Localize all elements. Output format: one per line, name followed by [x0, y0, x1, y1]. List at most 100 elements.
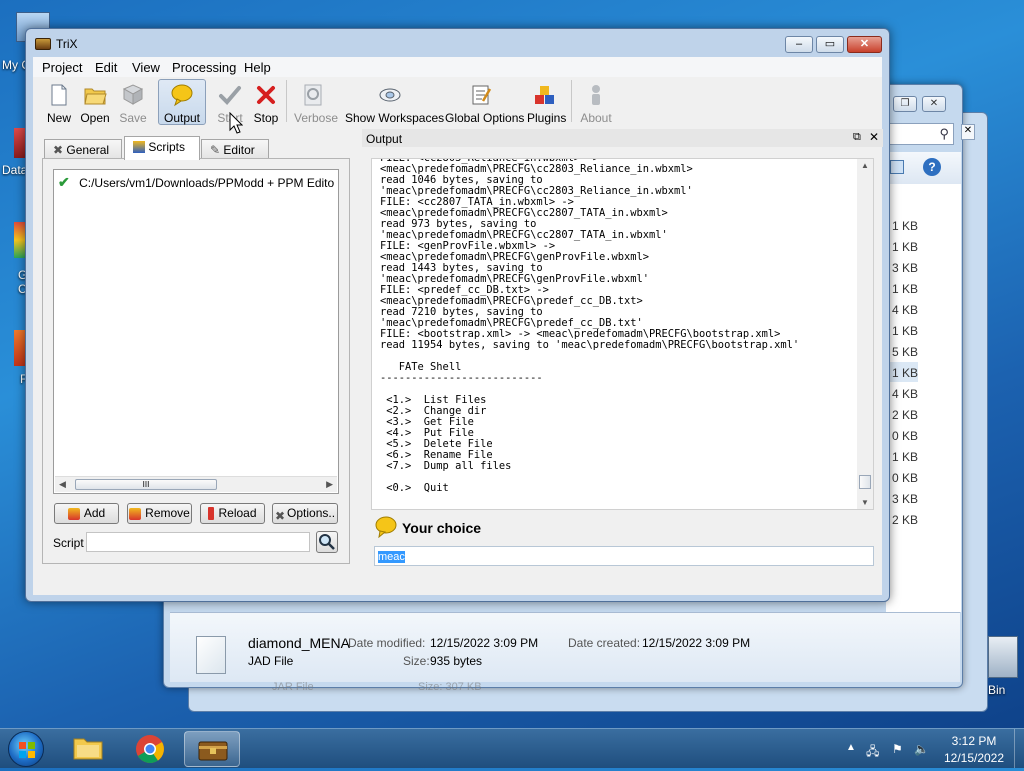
network-icon[interactable]: 🖧 — [866, 742, 879, 763]
help-icon[interactable]: ? — [923, 158, 941, 176]
about-button[interactable]: About — [579, 83, 613, 125]
output-console[interactable]: FILE: <cc2803_Reliance_in.wbxml> -> <mea… — [371, 158, 874, 510]
show-workspaces-button[interactable]: Show Workspaces — [345, 83, 444, 125]
save-button[interactable]: Save — [119, 83, 147, 125]
speech-bubble-icon — [171, 84, 193, 107]
menu-bar: Project Edit View Processing Help — [33, 57, 882, 77]
open-folder-icon — [84, 88, 107, 105]
plugins-icon — [535, 86, 554, 104]
maximize-button[interactable]: ▭ — [816, 36, 844, 53]
file-type-icon — [196, 636, 226, 674]
open-button[interactable]: Open — [80, 83, 110, 125]
menu-processing[interactable]: Processing — [170, 59, 238, 76]
bg-search-box[interactable]: ⚲ — [886, 123, 954, 145]
start-button[interactable] — [8, 731, 44, 767]
bg-close-small-button[interactable]: ✕ — [961, 124, 975, 140]
bg-file-size-cell: 4 KB — [892, 303, 919, 317]
stop-button[interactable]: Stop — [252, 83, 280, 125]
global-options-button[interactable]: Global Options — [445, 83, 524, 125]
float-panel-icon[interactable]: ⧉ — [853, 131, 861, 144]
bg-maximize-button[interactable]: ❐ — [893, 96, 917, 112]
options-label: Options.. — [287, 506, 336, 520]
desktop-label-bin: Bin — [988, 683, 1006, 697]
scroll-down-icon[interactable]: ▼ — [861, 498, 869, 507]
tools-icon: ✖ — [53, 143, 64, 157]
scroll-thumb[interactable]: III — [75, 479, 217, 490]
horizontal-scrollbar[interactable]: ◀ III ▶ — [55, 476, 337, 492]
window-title: TriX — [56, 37, 78, 51]
script-label: Script — [53, 536, 84, 550]
windows-logo-icon — [19, 742, 35, 758]
taskbar-trix[interactable] — [184, 731, 240, 767]
action-center-icon[interactable]: ⚑ — [892, 742, 903, 756]
output-label: Output — [163, 111, 201, 125]
new-button[interactable]: New — [46, 83, 72, 125]
minimize-button[interactable]: – — [785, 36, 813, 53]
volume-icon[interactable]: 🔈 — [914, 742, 929, 756]
choice-input[interactable]: meac — [374, 546, 874, 566]
save-icon — [122, 84, 144, 105]
magnifier-doc-icon — [304, 84, 322, 106]
options-button[interactable]: ✖ Options.. — [272, 503, 338, 524]
title-bar[interactable]: TriX – ▭ ✕ — [26, 29, 889, 57]
vertical-scroll-thumb[interactable] — [859, 475, 871, 489]
verbose-button[interactable]: Verbose — [294, 83, 338, 125]
search-icon — [319, 534, 335, 550]
toolbar-separator — [286, 80, 287, 122]
bg-file-size-cell: 1 KB — [892, 450, 919, 464]
details-created-label: Date created: — [568, 636, 641, 650]
trix-chest-icon — [198, 741, 228, 761]
options-tools-icon: ✖ — [274, 509, 286, 523]
vertical-scrollbar[interactable]: ▲ ▼ — [857, 159, 873, 509]
taskbar-chrome[interactable] — [122, 731, 178, 767]
add-button[interactable]: Add — [54, 503, 119, 524]
details-file-type: JAD File — [248, 654, 294, 668]
menu-help[interactable]: Help — [242, 59, 273, 76]
bg-file-size-cell: 1 KB — [892, 366, 919, 380]
bg-file-size-cell: 2 KB — [892, 408, 919, 422]
menu-project[interactable]: Project — [40, 59, 84, 76]
next-file-size: Size: 307 KB — [418, 681, 482, 693]
bg-close-button[interactable]: ✕ — [922, 96, 946, 112]
close-button[interactable]: ✕ — [847, 36, 882, 53]
script-search-button[interactable] — [316, 531, 338, 553]
reload-button[interactable]: Reload — [200, 503, 265, 524]
scroll-right-icon[interactable]: ▶ — [326, 479, 333, 490]
tab-general[interactable]: ✖ General — [44, 139, 122, 160]
output-title: Output — [366, 132, 403, 146]
tab-scripts[interactable]: Scripts — [124, 136, 200, 160]
script-input[interactable] — [86, 532, 310, 552]
workspaces-icon — [379, 88, 401, 102]
bg-file-size-cell: 3 KB — [892, 492, 919, 506]
red-x-icon — [257, 86, 275, 104]
list-item[interactable]: ✔ C:/Users/vm1/Downloads/PPModd + PPM Ed… — [58, 174, 336, 191]
output-button[interactable]: Output — [162, 83, 202, 125]
remove-icon — [129, 508, 142, 520]
output-panel-header[interactable] — [362, 129, 883, 147]
show-desktop-button[interactable] — [1014, 729, 1024, 768]
options-icon — [472, 85, 492, 105]
scripts-icon — [133, 141, 145, 153]
stop-label: Stop — [253, 111, 279, 125]
scroll-left-icon[interactable]: ◀ — [59, 479, 66, 490]
new-document-icon — [51, 84, 67, 106]
check-icon: ✔ — [58, 174, 70, 190]
tab-editor-label: Editor — [223, 143, 255, 157]
menu-view[interactable]: View — [130, 59, 162, 76]
scripts-list[interactable]: ✔ C:/Users/vm1/Downloads/PPModd + PPM Ed… — [53, 169, 339, 494]
system-clock[interactable]: 3:12 PM 12/15/2022 — [938, 734, 1010, 765]
remove-button[interactable]: Remove — [127, 503, 192, 524]
plugins-button[interactable]: Plugins — [527, 83, 566, 125]
show-hidden-icons[interactable]: ▲ — [846, 742, 856, 753]
clock-time: 3:12 PM — [951, 734, 997, 748]
about-label: About — [580, 111, 612, 125]
tab-editor[interactable]: ✎ Editor — [201, 139, 269, 160]
view-icon[interactable] — [890, 160, 904, 174]
taskbar-explorer[interactable] — [60, 731, 116, 767]
close-panel-icon[interactable]: ✕ — [869, 130, 879, 144]
mouse-cursor-icon — [229, 112, 243, 134]
recycle-bin-icon[interactable] — [988, 636, 1018, 678]
scroll-up-icon[interactable]: ▲ — [861, 161, 869, 170]
menu-edit[interactable]: Edit — [93, 59, 119, 76]
folder-icon — [73, 738, 103, 760]
